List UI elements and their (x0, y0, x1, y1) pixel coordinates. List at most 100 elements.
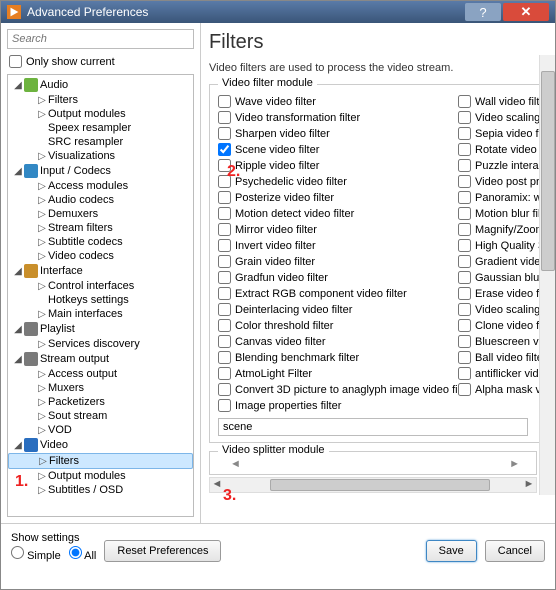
filter-checkbox[interactable]: Posterize video filter (218, 191, 458, 204)
filter-checkbox-input[interactable] (458, 223, 471, 236)
expand-icon[interactable]: ▷ (36, 209, 48, 220)
tree-item-visualizations[interactable]: ▷Visualizations (8, 149, 193, 163)
filter-checkbox[interactable]: Grain video filter (218, 255, 458, 268)
filter-checkbox-input[interactable] (218, 351, 231, 364)
expand-icon[interactable]: ▷ (36, 181, 48, 192)
simple-radio[interactable]: Simple (11, 546, 61, 562)
expand-icon[interactable]: ◢ (12, 324, 24, 335)
filter-checkbox[interactable]: Color threshold filter (218, 319, 458, 332)
filter-checkbox[interactable]: Bluescreen video (458, 335, 548, 348)
filter-checkbox-input[interactable] (218, 303, 231, 316)
filter-checkbox[interactable]: Ripple video filter (218, 159, 458, 172)
filter-checkbox-input[interactable] (458, 207, 471, 220)
filter-checkbox-input[interactable] (218, 95, 231, 108)
expand-icon[interactable]: ▷ (36, 471, 48, 482)
tree-item-playlist[interactable]: ◢Playlist (8, 321, 193, 337)
filter-checkbox[interactable]: Erase video filter (458, 287, 548, 300)
only-show-current-checkbox[interactable]: Only show current (7, 53, 194, 70)
expand-icon[interactable]: ▷ (36, 281, 48, 292)
expand-icon[interactable]: ▷ (36, 309, 48, 320)
filter-checkbox-input[interactable] (218, 127, 231, 140)
filter-checkbox[interactable]: Scene video filter (218, 143, 458, 156)
expand-icon[interactable]: ▷ (36, 339, 48, 350)
tree-item-subtitle-codecs[interactable]: ▷Subtitle codecs (8, 235, 193, 249)
filter-checkbox[interactable]: Video post processing (458, 175, 548, 188)
filter-checkbox-input[interactable] (458, 271, 471, 284)
filter-checkbox[interactable]: Gradfun video filter (218, 271, 458, 284)
filter-checkbox[interactable]: Ball video filter (458, 351, 548, 364)
tree-item-audio[interactable]: ◢Audio (8, 77, 193, 93)
filter-checkbox[interactable]: Psychedelic video filter (218, 175, 458, 188)
filter-checkbox[interactable]: antiflicker video filter (458, 367, 548, 380)
filter-checkbox[interactable]: Video transformation filter (218, 111, 458, 124)
filter-checkbox-input[interactable] (218, 335, 231, 348)
expand-icon[interactable]: ▷ (36, 95, 48, 106)
filter-checkbox-input[interactable] (218, 383, 231, 396)
tree-item-sout-stream[interactable]: ▷Sout stream (8, 409, 193, 423)
tree-item-filters[interactable]: ▷Filters (8, 453, 193, 469)
filter-checkbox-input[interactable] (218, 159, 231, 172)
filter-checkbox-input[interactable] (218, 223, 231, 236)
filter-checkbox[interactable]: Extract RGB component video filter (218, 287, 458, 300)
vertical-scrollbar[interactable] (539, 55, 555, 495)
tree-item-output-modules[interactable]: ▷Output modules (8, 469, 193, 483)
horizontal-scrollbar[interactable]: ◄► (209, 477, 537, 493)
filter-string-input[interactable] (218, 418, 528, 436)
only-show-current-box[interactable] (9, 55, 22, 68)
tree-item-filters[interactable]: ▷Filters (8, 93, 193, 107)
all-radio[interactable]: All (69, 546, 97, 562)
tree-item-video[interactable]: ◢Video (8, 437, 193, 453)
tree-item-stream-filters[interactable]: ▷Stream filters (8, 221, 193, 235)
expand-icon[interactable]: ▷ (36, 485, 48, 496)
tree-item-vod[interactable]: ▷VOD (8, 423, 193, 437)
tree-item-input-codecs[interactable]: ◢Input / Codecs (8, 163, 193, 179)
tree-item-muxers[interactable]: ▷Muxers (8, 381, 193, 395)
filter-checkbox-input[interactable] (218, 255, 231, 268)
tree-item-main-interfaces[interactable]: ▷Main interfaces (8, 307, 193, 321)
expand-icon[interactable]: ▷ (36, 151, 48, 162)
filter-checkbox[interactable]: Mirror video filter (218, 223, 458, 236)
close-button[interactable]: ✕ (503, 3, 549, 21)
filter-checkbox-input[interactable] (218, 367, 231, 380)
filter-checkbox[interactable]: Wave video filter (218, 95, 458, 108)
tree-item-audio-codecs[interactable]: ▷Audio codecs (8, 193, 193, 207)
save-button[interactable]: Save (426, 540, 477, 562)
filter-checkbox-input[interactable] (458, 287, 471, 300)
filter-checkbox[interactable]: Sharpen video filter (218, 127, 458, 140)
filter-checkbox-input[interactable] (218, 207, 231, 220)
filter-checkbox[interactable]: Alpha mask video (458, 383, 548, 396)
filter-checkbox-input[interactable] (218, 399, 231, 412)
filter-checkbox-input[interactable] (458, 111, 471, 124)
tree-item-control-interfaces[interactable]: ▷Control interfaces (8, 279, 193, 293)
help-button[interactable]: ? (465, 3, 501, 21)
filter-checkbox[interactable]: Blending benchmark filter (218, 351, 458, 364)
expand-icon[interactable]: ▷ (36, 109, 48, 120)
filter-checkbox-input[interactable] (218, 143, 231, 156)
filter-checkbox-input[interactable] (458, 143, 471, 156)
filter-checkbox-input[interactable] (458, 351, 471, 364)
filter-checkbox-input[interactable] (458, 303, 471, 316)
filter-checkbox-input[interactable] (458, 159, 471, 172)
filter-checkbox-input[interactable] (218, 239, 231, 252)
expand-icon[interactable]: ▷ (36, 251, 48, 262)
tree-item-hotkeys-settings[interactable]: ·Hotkeys settings (8, 293, 193, 307)
filter-checkbox[interactable]: Magnify/Zoom in (458, 223, 548, 236)
tree-item-src-resampler[interactable]: ·SRC resampler (8, 135, 193, 149)
filter-checkbox[interactable]: Motion blur filter (458, 207, 548, 220)
filter-checkbox-input[interactable] (458, 175, 471, 188)
search-input[interactable] (7, 29, 194, 49)
tree-item-demuxers[interactable]: ▷Demuxers (8, 207, 193, 221)
filter-checkbox-input[interactable] (458, 255, 471, 268)
expand-icon[interactable]: ▷ (37, 456, 49, 467)
expand-icon[interactable]: ◢ (12, 166, 24, 177)
tree-item-packetizers[interactable]: ▷Packetizers (8, 395, 193, 409)
expand-icon[interactable]: ▷ (36, 411, 48, 422)
filter-checkbox[interactable]: Rotate video filter (458, 143, 548, 156)
filter-checkbox[interactable]: Invert video filter (218, 239, 458, 252)
filter-checkbox[interactable]: Panoramix: wall (458, 191, 548, 204)
cancel-button[interactable]: Cancel (485, 540, 545, 562)
tree-item-interface[interactable]: ◢Interface (8, 263, 193, 279)
filter-checkbox[interactable]: Video scaling filter (458, 111, 548, 124)
filter-checkbox-input[interactable] (218, 287, 231, 300)
filter-checkbox[interactable]: Clone video filter (458, 319, 548, 332)
